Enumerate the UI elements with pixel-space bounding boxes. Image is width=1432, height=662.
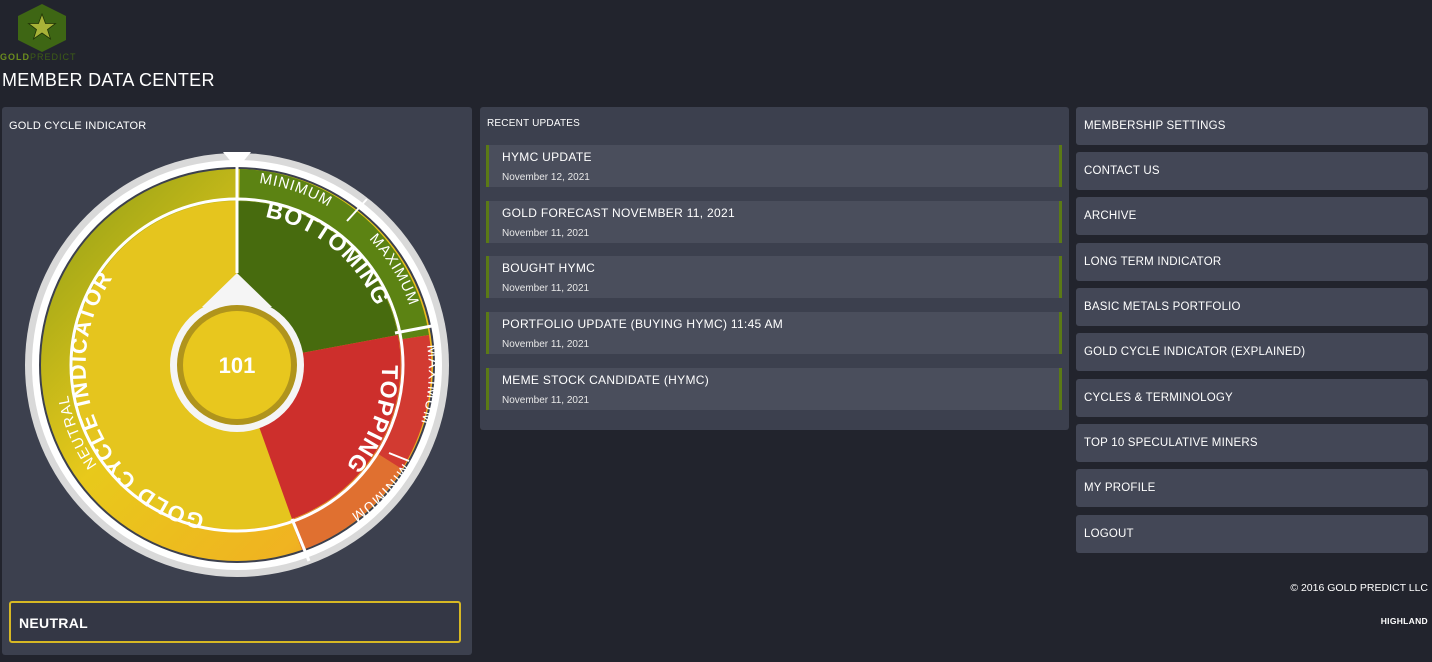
- update-item[interactable]: HYMC UPDATE November 12, 2021: [486, 145, 1062, 187]
- update-title[interactable]: PORTFOLIO UPDATE (BUYING HYMC) 11:45 AM: [502, 317, 783, 331]
- menu-cycles-terminology[interactable]: CYCLES & TERMINOLOGY: [1076, 379, 1428, 417]
- menu-gold-cycle-indicator-explained[interactable]: GOLD CYCLE INDICATOR (EXPLAINED): [1076, 333, 1428, 371]
- menu-contact-us[interactable]: CONTACT US: [1076, 152, 1428, 190]
- update-date: November 11, 2021: [502, 395, 590, 406]
- menu-membership-settings[interactable]: MEMBERSHIP SETTINGS: [1076, 107, 1428, 145]
- page-title: MEMBER DATA CENTER: [2, 70, 215, 90]
- update-item[interactable]: GOLD FORECAST NOVEMBER 11, 2021 November…: [486, 201, 1062, 243]
- menu-item-label[interactable]: TOP 10 SPECULATIVE MINERS: [1084, 437, 1258, 449]
- update-title[interactable]: BOUGHT HYMC: [502, 261, 595, 275]
- menu-archive[interactable]: ARCHIVE: [1076, 197, 1428, 235]
- gauge-panel-title: GOLD CYCLE INDICATOR: [9, 120, 147, 132]
- menu-my-profile[interactable]: MY PROFILE: [1076, 469, 1428, 507]
- menu-item-label[interactable]: CONTACT US: [1084, 165, 1160, 177]
- update-date: November 11, 2021: [502, 283, 590, 294]
- menu-logout[interactable]: LOGOUT: [1076, 515, 1428, 553]
- menu-item-label[interactable]: LOGOUT: [1084, 528, 1134, 540]
- menu-item-label[interactable]: MY PROFILE: [1084, 482, 1155, 494]
- footer-credit[interactable]: HIGHLAND: [1381, 616, 1428, 626]
- menu-item-label[interactable]: ARCHIVE: [1084, 210, 1137, 222]
- gold-cycle-gauge: 101 GOLD CYCLE INDICATOR NEUTRAL BOTTOMI…: [25, 152, 449, 577]
- update-title[interactable]: HYMC UPDATE: [502, 150, 592, 164]
- update-date: November 12, 2021: [502, 172, 590, 183]
- gold-cycle-indicator-panel: GOLD CYCLE INDICATOR 101 GOLD CYCLE INDI…: [2, 107, 472, 655]
- recent-updates-title: RECENT UPDATES: [487, 118, 581, 129]
- menu-item-label[interactable]: CYCLES & TERMINOLOGY: [1084, 392, 1233, 404]
- menu-long-term-indicator[interactable]: LONG TERM INDICATOR: [1076, 243, 1428, 281]
- update-item[interactable]: MEME STOCK CANDIDATE (HYMC) November 11,…: [486, 368, 1062, 410]
- menu-item-label[interactable]: BASIC METALS PORTFOLIO: [1084, 301, 1241, 313]
- update-title[interactable]: MEME STOCK CANDIDATE (HYMC): [502, 373, 709, 387]
- logo-wordmark: GOLDPREDICT: [0, 52, 77, 62]
- menu-item-label[interactable]: LONG TERM INDICATOR: [1084, 256, 1221, 268]
- gauge-status-box: NEUTRAL: [9, 601, 461, 643]
- update-title[interactable]: GOLD FORECAST NOVEMBER 11, 2021: [502, 206, 735, 220]
- menu-basic-metals-portfolio[interactable]: BASIC METALS PORTFOLIO: [1076, 288, 1428, 326]
- footer-copyright: © 2016 GOLD PREDICT LLC: [1290, 582, 1428, 594]
- menu-item-label[interactable]: GOLD CYCLE INDICATOR (EXPLAINED): [1084, 346, 1305, 358]
- update-date: November 11, 2021: [502, 339, 590, 350]
- gauge-status-label: NEUTRAL: [19, 615, 88, 631]
- gauge-value: 101: [219, 353, 256, 378]
- menu-item-label[interactable]: MEMBERSHIP SETTINGS: [1084, 120, 1226, 132]
- recent-updates-panel: RECENT UPDATES HYMC UPDATE November 12, …: [480, 107, 1069, 430]
- update-item[interactable]: PORTFOLIO UPDATE (BUYING HYMC) 11:45 AM …: [486, 312, 1062, 354]
- menu-top-10-speculative-miners[interactable]: TOP 10 SPECULATIVE MINERS: [1076, 424, 1428, 462]
- update-item[interactable]: BOUGHT HYMC November 11, 2021: [486, 256, 1062, 298]
- update-date: November 11, 2021: [502, 228, 590, 239]
